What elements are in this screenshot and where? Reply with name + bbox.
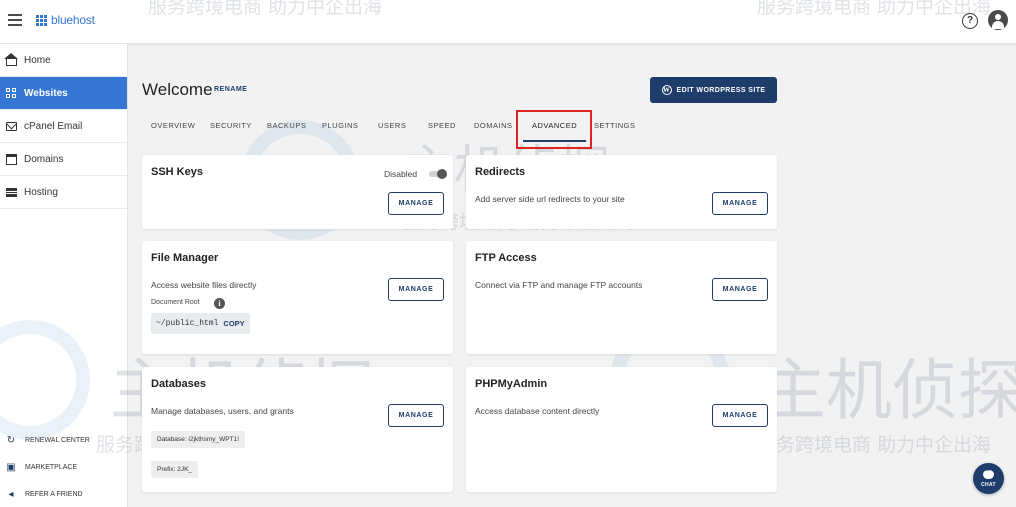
sidebar-item-label: cPanel Email <box>24 120 83 132</box>
manage-button[interactable]: MANAGE <box>388 404 444 427</box>
manage-button[interactable]: MANAGE <box>712 404 768 427</box>
databases-card: Databases Manage databases, users, and g… <box>142 367 453 492</box>
document-root-path: ~/public_html COPY <box>151 313 250 334</box>
manage-button[interactable]: MANAGE <box>388 278 444 301</box>
logo-text: bluehost <box>51 13 95 27</box>
edit-wordpress-site-button[interactable]: W EDIT WORDPRESS SITE <box>650 77 777 103</box>
sidebar-item-hosting[interactable]: Hosting <box>0 176 127 209</box>
manage-button[interactable]: MANAGE <box>388 192 444 215</box>
sidebar: Home Websites cPanel Email Domains Hosti… <box>0 44 128 507</box>
copy-button[interactable]: COPY <box>223 319 244 328</box>
card-description: Connect via FTP and manage FTP accounts <box>475 280 643 290</box>
refer-a-friend-label: REFER A FRIEND <box>25 491 83 498</box>
sidebar-item-label: Home <box>24 54 51 66</box>
card-description: Manage databases, users, and grants <box>151 406 294 416</box>
toggle-status-label: Disabled <box>384 169 418 179</box>
card-description: Access database content directly <box>475 406 600 416</box>
renewal-center-link[interactable]: ↻ RENEWAL CENTER <box>0 427 128 454</box>
renew-icon: ↻ <box>6 435 16 446</box>
bluehost-grid-icon <box>36 14 47 26</box>
sidebar-item-label: Domains <box>24 153 64 165</box>
home-icon <box>4 53 18 66</box>
refer-a-friend-link[interactable]: ◂ REFER A FRIEND <box>0 481 128 507</box>
card-description: Access website files directly <box>151 280 257 290</box>
server-icon <box>6 187 17 197</box>
document-root-label: Document Root <box>151 299 200 306</box>
rename-link[interactable]: RENAME <box>214 86 247 93</box>
bluehost-logo[interactable]: bluehost <box>36 13 95 27</box>
marketplace-link[interactable]: ▣ MARKETPLACE <box>0 454 128 481</box>
sidebar-item-domains[interactable]: Domains <box>0 143 127 176</box>
store-icon: ▣ <box>6 462 16 473</box>
card-title: Redirects <box>475 166 526 178</box>
edit-wordpress-label: EDIT WORDPRESS SITE <box>676 86 766 94</box>
top-bar: bluehost ? <box>0 0 1016 44</box>
info-icon[interactable]: i <box>214 298 225 309</box>
hamburger-menu-icon[interactable] <box>8 14 22 26</box>
tab-domains[interactable]: DOMAINS <box>474 121 513 130</box>
sidebar-item-cpanel-email[interactable]: cPanel Email <box>0 110 127 143</box>
grid-icon <box>6 87 17 99</box>
ftp-access-card: FTP Access Connect via FTP and manage FT… <box>466 241 777 354</box>
annotation-highlight-box <box>516 110 592 149</box>
sidebar-item-home[interactable]: Home <box>0 44 127 77</box>
card-title: SSH Keys <box>151 166 203 178</box>
page-title: Welcome <box>142 80 213 99</box>
tab-settings[interactable]: SETTINGS <box>594 121 636 130</box>
phpmyadmin-card: PHPMyAdmin Access database content direc… <box>466 367 777 492</box>
table-prefix-chip: Prefix: 2JK_ <box>151 461 199 478</box>
tab-backups[interactable]: BACKUPS <box>267 121 306 130</box>
sidebar-item-websites[interactable]: Websites <box>0 77 127 110</box>
help-circle-icon[interactable]: ? <box>962 13 978 29</box>
account-circle-icon[interactable] <box>988 10 1008 30</box>
wordpress-icon: W <box>661 85 672 95</box>
ssh-toggle[interactable] <box>429 169 447 179</box>
mail-icon <box>6 121 17 131</box>
megaphone-icon: ◂ <box>8 489 14 500</box>
manage-button[interactable]: MANAGE <box>712 278 768 301</box>
redirects-card: Redirects Add server side url redirects … <box>466 155 777 229</box>
chat-button[interactable]: CHAT <box>973 463 1004 494</box>
card-title: FTP Access <box>475 252 537 264</box>
tab-speed[interactable]: SPEED <box>428 121 456 130</box>
chat-label: CHAT <box>981 482 996 488</box>
card-title: PHPMyAdmin <box>475 378 548 390</box>
card-title: Databases <box>151 378 207 390</box>
tab-security[interactable]: SECURITY <box>210 121 252 130</box>
document-root-value: ~/public_html <box>156 319 219 328</box>
card-description: Add server side url redirects to your si… <box>475 194 625 204</box>
sidebar-bottom-links: ↻ RENEWAL CENTER ▣ MARKETPLACE ◂ REFER A… <box>0 427 128 507</box>
renewal-center-label: RENEWAL CENTER <box>25 437 90 444</box>
file-manager-card: File Manager Access website files direct… <box>142 241 453 354</box>
chat-bubble-icon <box>983 466 994 479</box>
sidebar-item-label: Hosting <box>24 186 58 198</box>
domain-icon <box>6 153 17 165</box>
tab-overview[interactable]: OVERVIEW <box>151 121 195 130</box>
card-title: File Manager <box>151 252 219 264</box>
database-name-chip: Database: i2jkthsmy_WPT1! <box>151 431 246 448</box>
tab-plugins[interactable]: PLUGINS <box>322 121 358 130</box>
sidebar-item-label: Websites <box>24 87 68 99</box>
manage-button[interactable]: MANAGE <box>712 192 768 215</box>
ssh-keys-card: SSH Keys Disabled MANAGE <box>142 155 453 229</box>
watermark-text: 服务跨境电商 助力中企出海 <box>757 434 992 456</box>
tab-users[interactable]: USERS <box>378 121 406 130</box>
watermark-brand: 主机侦探 <box>760 352 1016 429</box>
marketplace-label: MARKETPLACE <box>25 464 78 471</box>
